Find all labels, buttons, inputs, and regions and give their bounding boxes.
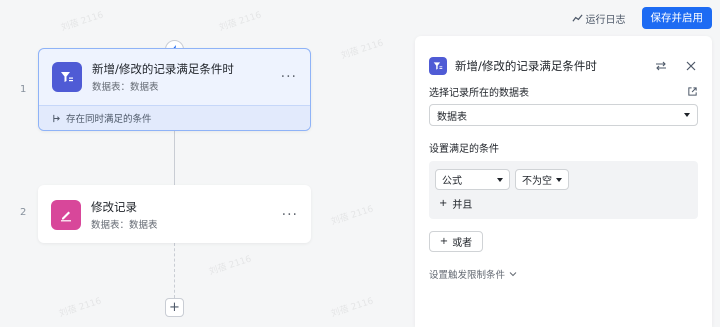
external-link-icon[interactable] [687, 86, 698, 97]
condition-summary-label: 存在同时满足的条件 [66, 114, 152, 125]
and-label: 并且 [452, 200, 473, 211]
node-subtitle: 数据表：数据表 [92, 82, 159, 93]
swap-icon [656, 61, 666, 71]
watermark: 刘蓓 2116 [207, 254, 253, 278]
plus-icon: + [439, 198, 448, 209]
condition-group: 公式 不为空 + 并且 [429, 161, 698, 219]
table-select[interactable]: 数据表 [429, 104, 698, 126]
connector-line [174, 130, 175, 185]
top-toolbar: 运行日志 保存并启用 [571, 7, 712, 29]
filter-icon [61, 72, 73, 82]
close-panel-button[interactable] [684, 59, 698, 73]
branch-icon [53, 114, 60, 122]
action-node-icon [51, 200, 81, 230]
watermark: 刘蓓 2116 [329, 204, 375, 228]
step-number: 2 [20, 207, 27, 218]
run-log-link[interactable]: 运行日志 [571, 11, 626, 26]
watermark: 刘蓓 2116 [329, 296, 375, 320]
chevron-down-icon [556, 177, 562, 182]
more-options-button[interactable]: ··· [282, 207, 298, 223]
more-options-button[interactable]: ··· [281, 69, 297, 85]
node-title: 修改记录 [91, 200, 137, 214]
filter-icon [433, 62, 443, 70]
connector-line [174, 243, 175, 298]
edit-icon [61, 211, 71, 222]
add-node-button[interactable]: + [165, 298, 184, 317]
trigger-limit-toggle[interactable]: 设置触发限制条件 [429, 267, 698, 281]
close-icon [686, 61, 696, 71]
run-log-label: 运行日志 [585, 14, 626, 26]
switch-trigger-button[interactable] [654, 59, 668, 73]
node-subtitle: 数据表：数据表 [91, 220, 158, 231]
or-label: 或者 [452, 238, 473, 249]
table-section-label: 选择记录所在的数据表 [429, 88, 529, 99]
step-number: 1 [20, 84, 27, 95]
limit-label: 设置触发限制条件 [429, 270, 506, 281]
watermark: 刘蓓 2116 [59, 10, 105, 34]
chevron-down-icon [684, 113, 690, 117]
panel-title: 新增/修改的记录满足条件时 [455, 59, 597, 73]
trend-icon [571, 13, 583, 22]
panel-node-icon [429, 57, 447, 75]
condition-section-label: 设置满足的条件 [429, 144, 499, 155]
save-and-enable-button[interactable]: 保存并启用 [641, 7, 712, 29]
chevron-down-icon [497, 177, 503, 182]
add-and-condition-button[interactable]: + 并且 [439, 196, 692, 211]
trigger-node-card[interactable]: 新增/修改的记录满足条件时 数据表：数据表 ··· 存在同时满足的条件 [38, 48, 311, 131]
condition-operator-value: 不为空 [522, 176, 552, 187]
chevron-down-icon [509, 272, 517, 277]
table-select-value: 数据表 [437, 111, 467, 123]
action-node-card[interactable]: 修改记录 数据表：数据表 ··· [38, 185, 311, 243]
trigger-node-icon [52, 62, 82, 92]
plus-icon: + [439, 236, 449, 247]
condition-operator-select[interactable]: 不为空 [515, 169, 569, 190]
watermark: 刘蓓 2116 [217, 10, 263, 34]
condition-field-value: 公式 [442, 176, 462, 187]
node-title: 新增/修改的记录满足条件时 [92, 62, 234, 76]
config-panel: 新增/修改的记录满足条件时 选择记录所在的数据表 数据表 设置满足的条件 公式 … [415, 36, 712, 327]
add-or-condition-button[interactable]: + 或者 [429, 231, 483, 252]
condition-field-select[interactable]: 公式 [435, 169, 510, 190]
watermark: 刘蓓 2116 [57, 296, 103, 320]
condition-summary: 存在同时满足的条件 [39, 105, 310, 130]
watermark: 刘蓓 2116 [339, 38, 385, 62]
